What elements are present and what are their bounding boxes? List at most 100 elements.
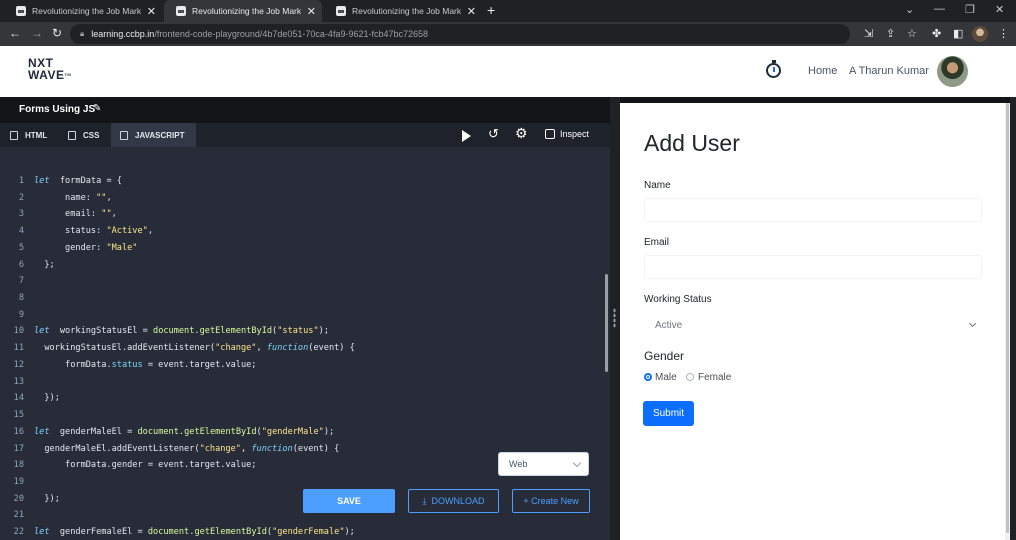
forward-arrow-icon[interactable]: → — [31, 26, 43, 40]
code-token: let — [34, 176, 50, 186]
side-panel-icon[interactable]: ◧ — [953, 27, 963, 40]
code-line[interactable]: 3 email: "", — [0, 206, 117, 222]
reload-icon[interactable]: ↻ — [52, 26, 62, 40]
code-line[interactable]: 1 let formData = { — [0, 173, 122, 189]
code-line[interactable]: 16 let genderMaleEl = document.getElement… — [0, 424, 335, 440]
code-token: ); — [323, 426, 335, 437]
reset-icon[interactable]: ↺ — [488, 126, 499, 142]
user-avatar[interactable] — [937, 56, 968, 87]
browser-menu-icon[interactable]: ⋮ — [998, 27, 1009, 40]
logo-trademark: TM — [64, 72, 72, 77]
code-token: = event.target.value; — [142, 359, 257, 370]
run-play-icon[interactable] — [462, 130, 471, 142]
minimize-icon[interactable]: — — [934, 3, 945, 15]
editor-title-bar: Forms Using JS ✎ — [0, 97, 610, 123]
browser-tab-1[interactable]: Revolutionizing the Job Market | ✕ — [4, 0, 162, 22]
code-line[interactable]: 21 — [0, 507, 34, 523]
status-select[interactable]: Active — [644, 315, 982, 337]
code-token: document — [137, 426, 179, 437]
code-line[interactable]: 5 gender: "Male" — [0, 240, 138, 256]
line-number: 1 — [18, 176, 24, 186]
code-line[interactable]: 6 }; — [0, 257, 55, 273]
nxtwave-logo[interactable]: NXT WAVETM — [28, 57, 71, 81]
code-token: status: — [34, 226, 107, 237]
code-token: , — [147, 226, 154, 237]
line-number: 22 — [13, 527, 24, 538]
inspect-toggle[interactable]: Inspect — [545, 129, 589, 139]
email-field[interactable] — [644, 255, 982, 279]
gender-heading: Gender — [644, 349, 685, 363]
code-line[interactable]: 15 — [0, 407, 34, 423]
code-line[interactable]: 22 let genderFemaleEl = document.getEleme… — [0, 524, 355, 540]
code-token: "Male" — [106, 242, 138, 253]
code-token: }; — [34, 259, 55, 270]
code-line[interactable]: 19 — [0, 474, 34, 490]
restore-icon[interactable]: ❐ — [965, 3, 975, 16]
lock-icon: 🔒︎ — [80, 29, 85, 38]
save-button[interactable]: SAVE — [303, 489, 395, 513]
code-line[interactable]: 13 — [0, 374, 34, 390]
tab-search-chevron-icon[interactable]: ⌄ — [905, 3, 914, 16]
line-number: 6 — [18, 259, 24, 270]
name-field[interactable] — [644, 198, 982, 222]
code-line[interactable]: 7 — [0, 273, 34, 289]
pencil-icon[interactable]: ✎ — [93, 103, 101, 114]
settings-gear-icon[interactable]: ⚙ — [515, 125, 528, 142]
new-tab-icon[interactable]: + — [487, 2, 495, 18]
code-line[interactable]: 11 workingStatusEl.addEventListener("cha… — [0, 340, 355, 356]
code-line[interactable]: 10 let workingStatusEl = document.getElem… — [0, 323, 329, 339]
download-button[interactable]: ⤓ DOWNLOAD — [408, 489, 499, 513]
tab-css[interactable]: CSS — [68, 123, 99, 147]
browser-tab-2[interactable]: Revolutionizing the Job Market | ✕ — [164, 0, 322, 22]
back-arrow-icon[interactable]: ← — [9, 26, 21, 40]
submit-button[interactable]: Submit — [643, 401, 694, 426]
code-token: "genderMale" — [261, 426, 324, 437]
stopwatch-icon[interactable] — [766, 60, 781, 78]
male-radio[interactable] — [644, 373, 652, 381]
code-line[interactable]: 17 genderMaleEl.addEventListener("change… — [0, 441, 340, 457]
code-token: "status" — [277, 326, 319, 337]
code-line[interactable]: 12 formData.status = event.target.value; — [0, 357, 257, 373]
code-token: status — [111, 359, 143, 370]
user-name[interactable]: A Tharun Kumar — [849, 65, 929, 77]
code-line[interactable]: 18 formData.gender = event.target.value; — [0, 457, 257, 473]
extensions-puzzle-icon[interactable]: ✤ — [932, 27, 941, 40]
home-link[interactable]: Home — [808, 65, 837, 77]
tab-label: CSS — [83, 130, 100, 140]
female-radio[interactable] — [686, 373, 694, 381]
tab-javascript[interactable]: JAVASCRIPT — [111, 123, 196, 147]
code-line[interactable]: 4 status: "Active", — [0, 223, 153, 239]
code-area[interactable]: 1 let formData = {2 name: "", 3 email: "",… — [0, 173, 605, 540]
code-editor-panel: Forms Using JS ✎ HTML CSS JAVASCRIPT ↺ ⚙… — [0, 97, 610, 540]
download-icon: ⤓ — [422, 495, 427, 506]
browser-profile-avatar[interactable] — [972, 26, 988, 42]
code-line[interactable]: 2 name: "", — [0, 190, 112, 206]
code-line[interactable]: 9 — [0, 307, 34, 323]
code-token: }); — [34, 493, 60, 504]
bookmark-star-icon[interactable]: ☆ — [907, 27, 917, 40]
line-number: 13 — [13, 376, 24, 387]
share-icon[interactable]: ⇪ — [886, 27, 895, 40]
platform-select[interactable]: Web — [498, 452, 589, 476]
close-icon[interactable]: ✕ — [307, 5, 316, 18]
close-icon[interactable]: ✕ — [147, 5, 156, 18]
url-field[interactable]: 🔒︎ learning.ccbp.in /frontend-code-playg… — [70, 24, 850, 44]
code-line[interactable]: 14 }); — [0, 390, 60, 406]
code-token: formData.gender = event.target.value; — [34, 460, 257, 471]
window-close-icon[interactable]: ✕ — [995, 3, 1004, 16]
female-label[interactable]: Female — [698, 372, 731, 383]
code-line[interactable]: 8 — [0, 290, 34, 306]
close-icon[interactable]: ✕ — [467, 5, 476, 18]
install-app-icon[interactable]: ⇲ — [864, 27, 873, 40]
code-token: workingStatusEl.addEventListener( — [34, 343, 216, 354]
line-number: 19 — [13, 476, 24, 487]
drag-handle-icon[interactable] — [613, 308, 616, 328]
create-new-button[interactable]: + Create New — [512, 489, 590, 513]
male-label[interactable]: Male — [655, 372, 677, 383]
editor-scrollbar[interactable] — [605, 274, 608, 372]
code-token: genderMaleEl.addEventListener( — [34, 443, 200, 454]
tab-html[interactable]: HTML — [10, 123, 47, 147]
code-line[interactable]: 20 }); — [0, 491, 60, 507]
browser-tab-3[interactable]: Revolutionizing the Job Market | ✕ — [324, 0, 482, 22]
preview-scrollbar[interactable] — [1005, 103, 1010, 540]
